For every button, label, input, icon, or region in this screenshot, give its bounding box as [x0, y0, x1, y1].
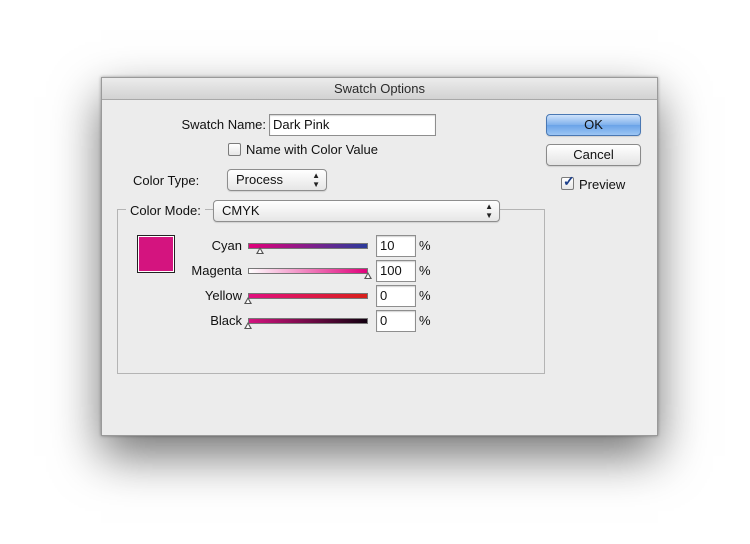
name-with-color-value-label: Name with Color Value — [246, 142, 378, 157]
dialog-title: Swatch Options — [102, 78, 657, 100]
preview-checkbox[interactable]: ✓ — [561, 173, 575, 190]
checkmark-icon: ✓ — [563, 173, 575, 189]
magenta-slider-track[interactable] — [248, 268, 368, 274]
swatch-name-input[interactable]: Dark Pink — [269, 114, 436, 136]
cyan-slider-thumb[interactable] — [256, 247, 264, 254]
black-slider-track[interactable] — [248, 318, 368, 324]
black-value-input[interactable]: 0 — [376, 310, 416, 332]
ok-button[interactable]: OK — [546, 114, 641, 136]
black-slider-thumb[interactable] — [244, 322, 252, 329]
name-with-color-value-checkbox[interactable] — [228, 143, 241, 156]
black-label: Black — [210, 313, 242, 328]
cyan-value-input[interactable]: 10 — [376, 235, 416, 257]
updown-arrows-icon: ▲ ▼ — [485, 202, 493, 220]
swatch-name-label: Swatch Name: — [181, 117, 266, 132]
yellow-slider-track[interactable] — [248, 293, 368, 299]
cyan-label: Cyan — [211, 238, 242, 253]
magenta-percent-unit: % — [419, 263, 431, 278]
color-type-value: Process — [236, 172, 283, 187]
preview-label: Preview — [579, 177, 626, 192]
color-swatch-preview — [137, 235, 175, 273]
color-type-select[interactable]: Process ▲ ▼ — [227, 169, 327, 191]
cancel-button[interactable]: Cancel — [546, 144, 641, 166]
yellow-percent-unit: % — [419, 288, 431, 303]
color-mode-label: Color Mode: — [126, 203, 205, 218]
magenta-label: Magenta — [191, 263, 242, 278]
yellow-label: Yellow — [204, 288, 242, 303]
updown-arrows-icon: ▲ ▼ — [312, 171, 320, 189]
black-percent-unit: % — [419, 313, 431, 328]
swatch-options-dialog: Swatch Options Swatch Name: Dark Pink Na… — [101, 77, 658, 436]
cyan-slider-track[interactable] — [248, 243, 368, 249]
cyan-percent-unit: % — [419, 238, 431, 253]
magenta-value-input[interactable]: 100 — [376, 260, 416, 282]
color-mode-value: CMYK — [222, 203, 260, 218]
magenta-slider-thumb[interactable] — [364, 272, 372, 279]
yellow-value-input[interactable]: 0 — [376, 285, 416, 307]
color-mode-select[interactable]: CMYK ▲ ▼ — [213, 200, 500, 222]
yellow-slider-thumb[interactable] — [244, 297, 252, 304]
color-type-label: Color Type: — [133, 173, 200, 188]
